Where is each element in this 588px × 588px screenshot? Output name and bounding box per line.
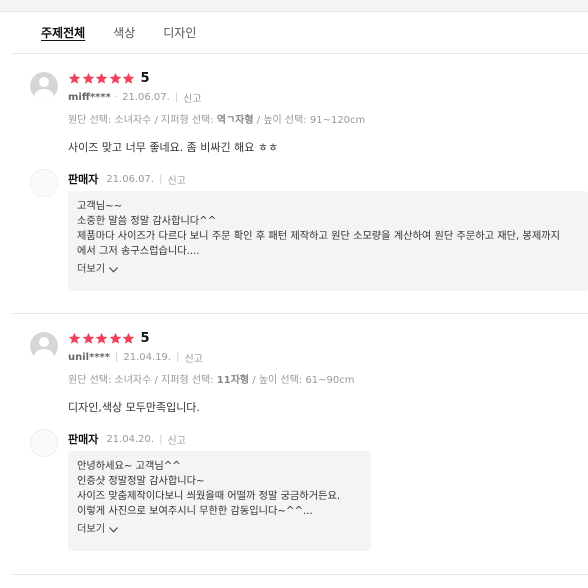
tab-color[interactable]: 색상 bbox=[113, 24, 135, 41]
star-rating bbox=[68, 72, 136, 85]
reviewer-id: unil**** bbox=[68, 352, 111, 363]
purchase-options: 원단 선택: 소녀자수 / 지퍼형 선택: 11자형 / 높이 선택: 61~9… bbox=[68, 371, 354, 386]
reviewer-id: miff**** bbox=[68, 92, 111, 103]
star-icon bbox=[122, 332, 135, 345]
reply-line: 이렇게 사진으로 보여주시니 무한한 감동입니다~^^... bbox=[77, 506, 313, 517]
chevron-down-icon bbox=[109, 266, 119, 273]
rating-score: 5 bbox=[140, 331, 150, 346]
meta-separator: | bbox=[176, 352, 180, 363]
reply-line: 소중한 말씀 정말 감사합니다^^ bbox=[77, 216, 217, 227]
seller-name: 판매자 bbox=[68, 433, 99, 446]
star-icon bbox=[109, 72, 122, 85]
chevron-down-icon bbox=[109, 526, 119, 533]
star-icon bbox=[95, 72, 108, 85]
seller-reply-box: 고객님~~ 소중한 말씀 정말 감사합니다^^ 제품마다 사이즈가 다르다 보니… bbox=[68, 191, 588, 291]
seller-reply-box: 안녕하세요~ 고객님^^ 인증샷 정말정말 감사합니다~ 사이즈 맞춤제작이다보… bbox=[68, 451, 371, 551]
avatar bbox=[30, 72, 58, 100]
star-icon bbox=[109, 332, 122, 345]
reply-line: 인증샷 정말정말 감사합니다~ bbox=[77, 476, 205, 487]
review-item: 5 miff**** · 21.06.07. | 신고 원단 선택: 소녀자수 … bbox=[12, 55, 588, 314]
reply-line: 에서 그저 송구스럽습니다.... bbox=[77, 246, 200, 257]
report-link[interactable]: 신고 bbox=[167, 432, 185, 447]
star-icon bbox=[95, 332, 108, 345]
meta-dot: · bbox=[114, 92, 119, 103]
review-meta: unil**** | 21.04.19. | 신고 bbox=[68, 350, 203, 365]
meta-separator: | bbox=[174, 92, 179, 103]
top-strip bbox=[0, 0, 588, 12]
reply-line: 제품마다 사이즈가 다르다 보니 주문 확인 후 패턴 제작하고 원단 소모량을… bbox=[77, 231, 560, 242]
options-prefix: 원단 선택: 소녀자수 / 지퍼형 선택: bbox=[68, 115, 217, 126]
seller-name: 판매자 bbox=[68, 173, 99, 186]
avatar bbox=[30, 332, 58, 360]
purchase-options: 원단 선택: 소녀자수 / 지퍼형 선택: 역ㄱ자형 / 높이 선택: 91~1… bbox=[68, 111, 365, 126]
reply-line: 안녕하세요~ 고객님^^ bbox=[77, 461, 181, 472]
star-icon bbox=[122, 72, 135, 85]
report-link[interactable]: 신고 bbox=[167, 172, 185, 187]
star-icon bbox=[82, 332, 95, 345]
review-topic-tabs: 주제전체 색상 디자인 bbox=[12, 12, 588, 54]
seller-reply-date: 21.04.20. bbox=[106, 433, 155, 445]
more-label: 더보기 bbox=[77, 264, 106, 275]
report-link[interactable]: 신고 bbox=[183, 90, 201, 105]
review-item: 5 unil**** | 21.04.19. | 신고 원단 선택: 소녀자수 … bbox=[12, 315, 588, 575]
tab-all-topics[interactable]: 주제전체 bbox=[41, 24, 85, 41]
options-prefix: 원단 선택: 소녀자수 / 지퍼형 선택: bbox=[68, 375, 217, 386]
report-link[interactable]: 신고 bbox=[184, 350, 202, 365]
options-zipper: 11자형 bbox=[216, 375, 250, 386]
rating-row: 5 bbox=[68, 331, 150, 346]
seller-logo bbox=[30, 169, 58, 197]
star-rating bbox=[68, 332, 136, 345]
seller-reply-header: 판매자 21.06.07. | 신고 bbox=[68, 171, 186, 187]
meta-separator: | bbox=[159, 173, 163, 185]
meta-separator: | bbox=[115, 352, 119, 363]
more-label: 더보기 bbox=[77, 524, 106, 535]
meta-separator: | bbox=[159, 433, 163, 445]
reply-line: 사이즈 맞춤제작이다보니 씌웠을때 어떨까 정말 궁금하거든요. bbox=[77, 491, 341, 502]
seller-reply-date: 21.06.07. bbox=[106, 173, 155, 185]
rating-score: 5 bbox=[140, 71, 150, 86]
options-zipper: 역ㄱ자형 bbox=[216, 115, 254, 126]
review-date: 21.06.07. bbox=[122, 92, 170, 103]
options-suffix: / 높이 선택: 91~120cm bbox=[253, 115, 366, 126]
review-date: 21.04.19. bbox=[123, 352, 172, 363]
star-icon bbox=[82, 72, 95, 85]
star-icon bbox=[68, 72, 81, 85]
seller-reply-header: 판매자 21.04.20. | 신고 bbox=[68, 431, 186, 447]
reply-line: 고객님~~ bbox=[77, 201, 123, 212]
more-button[interactable]: 더보기 bbox=[77, 522, 119, 537]
review-body: 디자인,색상 모두만족입니다. bbox=[68, 401, 200, 414]
more-button[interactable]: 더보기 bbox=[77, 262, 119, 277]
seller-logo bbox=[30, 429, 58, 457]
review-body: 사이즈 맞고 너무 좋네요. 좀 비싸긴 해요 ㅎㅎ bbox=[68, 141, 279, 154]
options-suffix: / 높이 선택: 61~90cm bbox=[249, 375, 355, 386]
review-meta: miff**** · 21.06.07. | 신고 bbox=[68, 90, 202, 105]
star-icon bbox=[68, 332, 81, 345]
rating-row: 5 bbox=[68, 71, 150, 86]
tab-design[interactable]: 디자인 bbox=[163, 24, 196, 41]
